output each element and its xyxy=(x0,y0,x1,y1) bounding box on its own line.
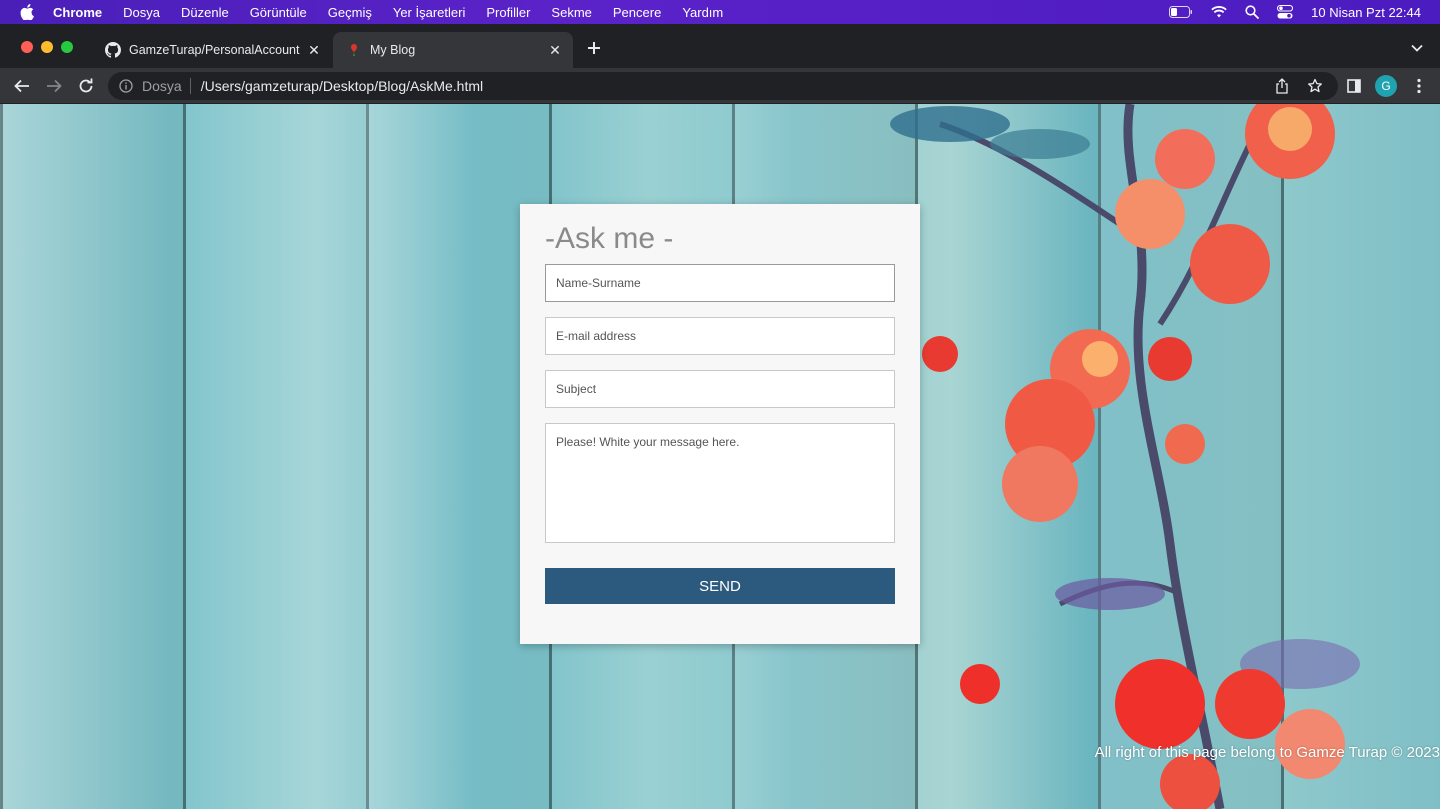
github-icon xyxy=(105,42,121,58)
macos-menu-bar: Chrome Dosya Düzenle Görüntüle Geçmiş Ye… xyxy=(0,0,1440,24)
menu-kebab-icon[interactable] xyxy=(1408,75,1430,97)
omnibox-divider xyxy=(189,78,191,94)
browser-tab-strip: GamzeTurap/PersonalAccount ✕ My Blog ✕ xyxy=(0,24,1440,68)
menu-profiles[interactable]: Profiller xyxy=(486,5,530,20)
new-tab-icon[interactable] xyxy=(584,38,604,58)
menu-edit[interactable]: Düzenle xyxy=(181,5,229,20)
tab-title: My Blog xyxy=(370,43,416,57)
menu-window[interactable]: Pencere xyxy=(613,5,661,20)
email-input[interactable]: E-mail address xyxy=(545,317,895,355)
battery-icon[interactable] xyxy=(1169,6,1193,18)
tab-close-icon[interactable]: ✕ xyxy=(306,42,322,58)
side-panel-icon[interactable] xyxy=(1343,75,1365,97)
menubar-clock[interactable]: 10 Nisan Pzt 22:44 xyxy=(1311,5,1421,20)
subject-placeholder: Subject xyxy=(556,382,597,396)
url-text[interactable]: /Users/gamzeturap/Desktop/Blog/AskMe.htm… xyxy=(201,78,483,94)
form-title: -Ask me - xyxy=(545,222,674,255)
menu-help[interactable]: Yardım xyxy=(682,5,723,20)
menu-app-name[interactable]: Chrome xyxy=(53,5,102,20)
tab-github[interactable]: GamzeTurap/PersonalAccount ✕ xyxy=(92,32,332,68)
name-surname-placeholder: Name-Surname xyxy=(556,276,641,290)
address-bar[interactable]: Dosya /Users/gamzeturap/Desktop/Blog/Ask… xyxy=(108,72,1338,100)
send-button[interactable]: SEND xyxy=(545,568,895,604)
tab-title: GamzeTurap/PersonalAccount xyxy=(129,43,300,57)
share-icon[interactable] xyxy=(1274,78,1290,94)
menu-bookmarks[interactable]: Yer İşaretleri xyxy=(393,5,466,20)
site-info-icon[interactable] xyxy=(118,78,134,94)
browser-toolbar: Dosya /Users/gamzeturap/Desktop/Blog/Ask… xyxy=(0,68,1440,104)
page-viewport: -Ask me - Name-Surname E-mail address Su… xyxy=(0,104,1440,809)
tab-my-blog[interactable]: My Blog ✕ xyxy=(333,32,573,68)
profile-avatar[interactable]: G xyxy=(1375,75,1397,97)
window-close-button[interactable] xyxy=(21,41,33,53)
window-minimize-button[interactable] xyxy=(41,41,53,53)
apple-menu-icon[interactable] xyxy=(20,4,34,20)
reload-icon[interactable] xyxy=(75,75,97,97)
message-textarea[interactable]: Please! White your message here. xyxy=(545,423,895,543)
email-placeholder: E-mail address xyxy=(556,329,637,343)
menu-view[interactable]: Görüntüle xyxy=(250,5,307,20)
tab-search-chevron-icon[interactable] xyxy=(1410,41,1424,55)
back-arrow-icon[interactable] xyxy=(11,75,33,97)
footer-copyright: All right of this page belong to Gamze T… xyxy=(1094,744,1440,761)
tab-close-icon[interactable]: ✕ xyxy=(547,42,563,58)
url-scheme-label: Dosya xyxy=(142,78,182,94)
subject-input[interactable]: Subject xyxy=(545,370,895,408)
control-center-icon[interactable] xyxy=(1277,5,1294,19)
message-placeholder: Please! White your message here. xyxy=(556,435,740,449)
window-zoom-button[interactable] xyxy=(61,41,73,53)
ask-me-form: -Ask me - Name-Surname E-mail address Su… xyxy=(520,204,920,644)
forward-arrow-icon[interactable] xyxy=(43,75,65,97)
menu-file[interactable]: Dosya xyxy=(123,5,160,20)
wifi-icon[interactable] xyxy=(1211,6,1227,18)
blog-favicon-icon xyxy=(346,42,362,58)
spotlight-search-icon[interactable] xyxy=(1245,5,1260,19)
bookmark-star-icon[interactable] xyxy=(1307,78,1323,94)
menu-history[interactable]: Geçmiş xyxy=(328,5,372,20)
menu-tab[interactable]: Sekme xyxy=(551,5,591,20)
name-surname-input[interactable]: Name-Surname xyxy=(545,264,895,302)
